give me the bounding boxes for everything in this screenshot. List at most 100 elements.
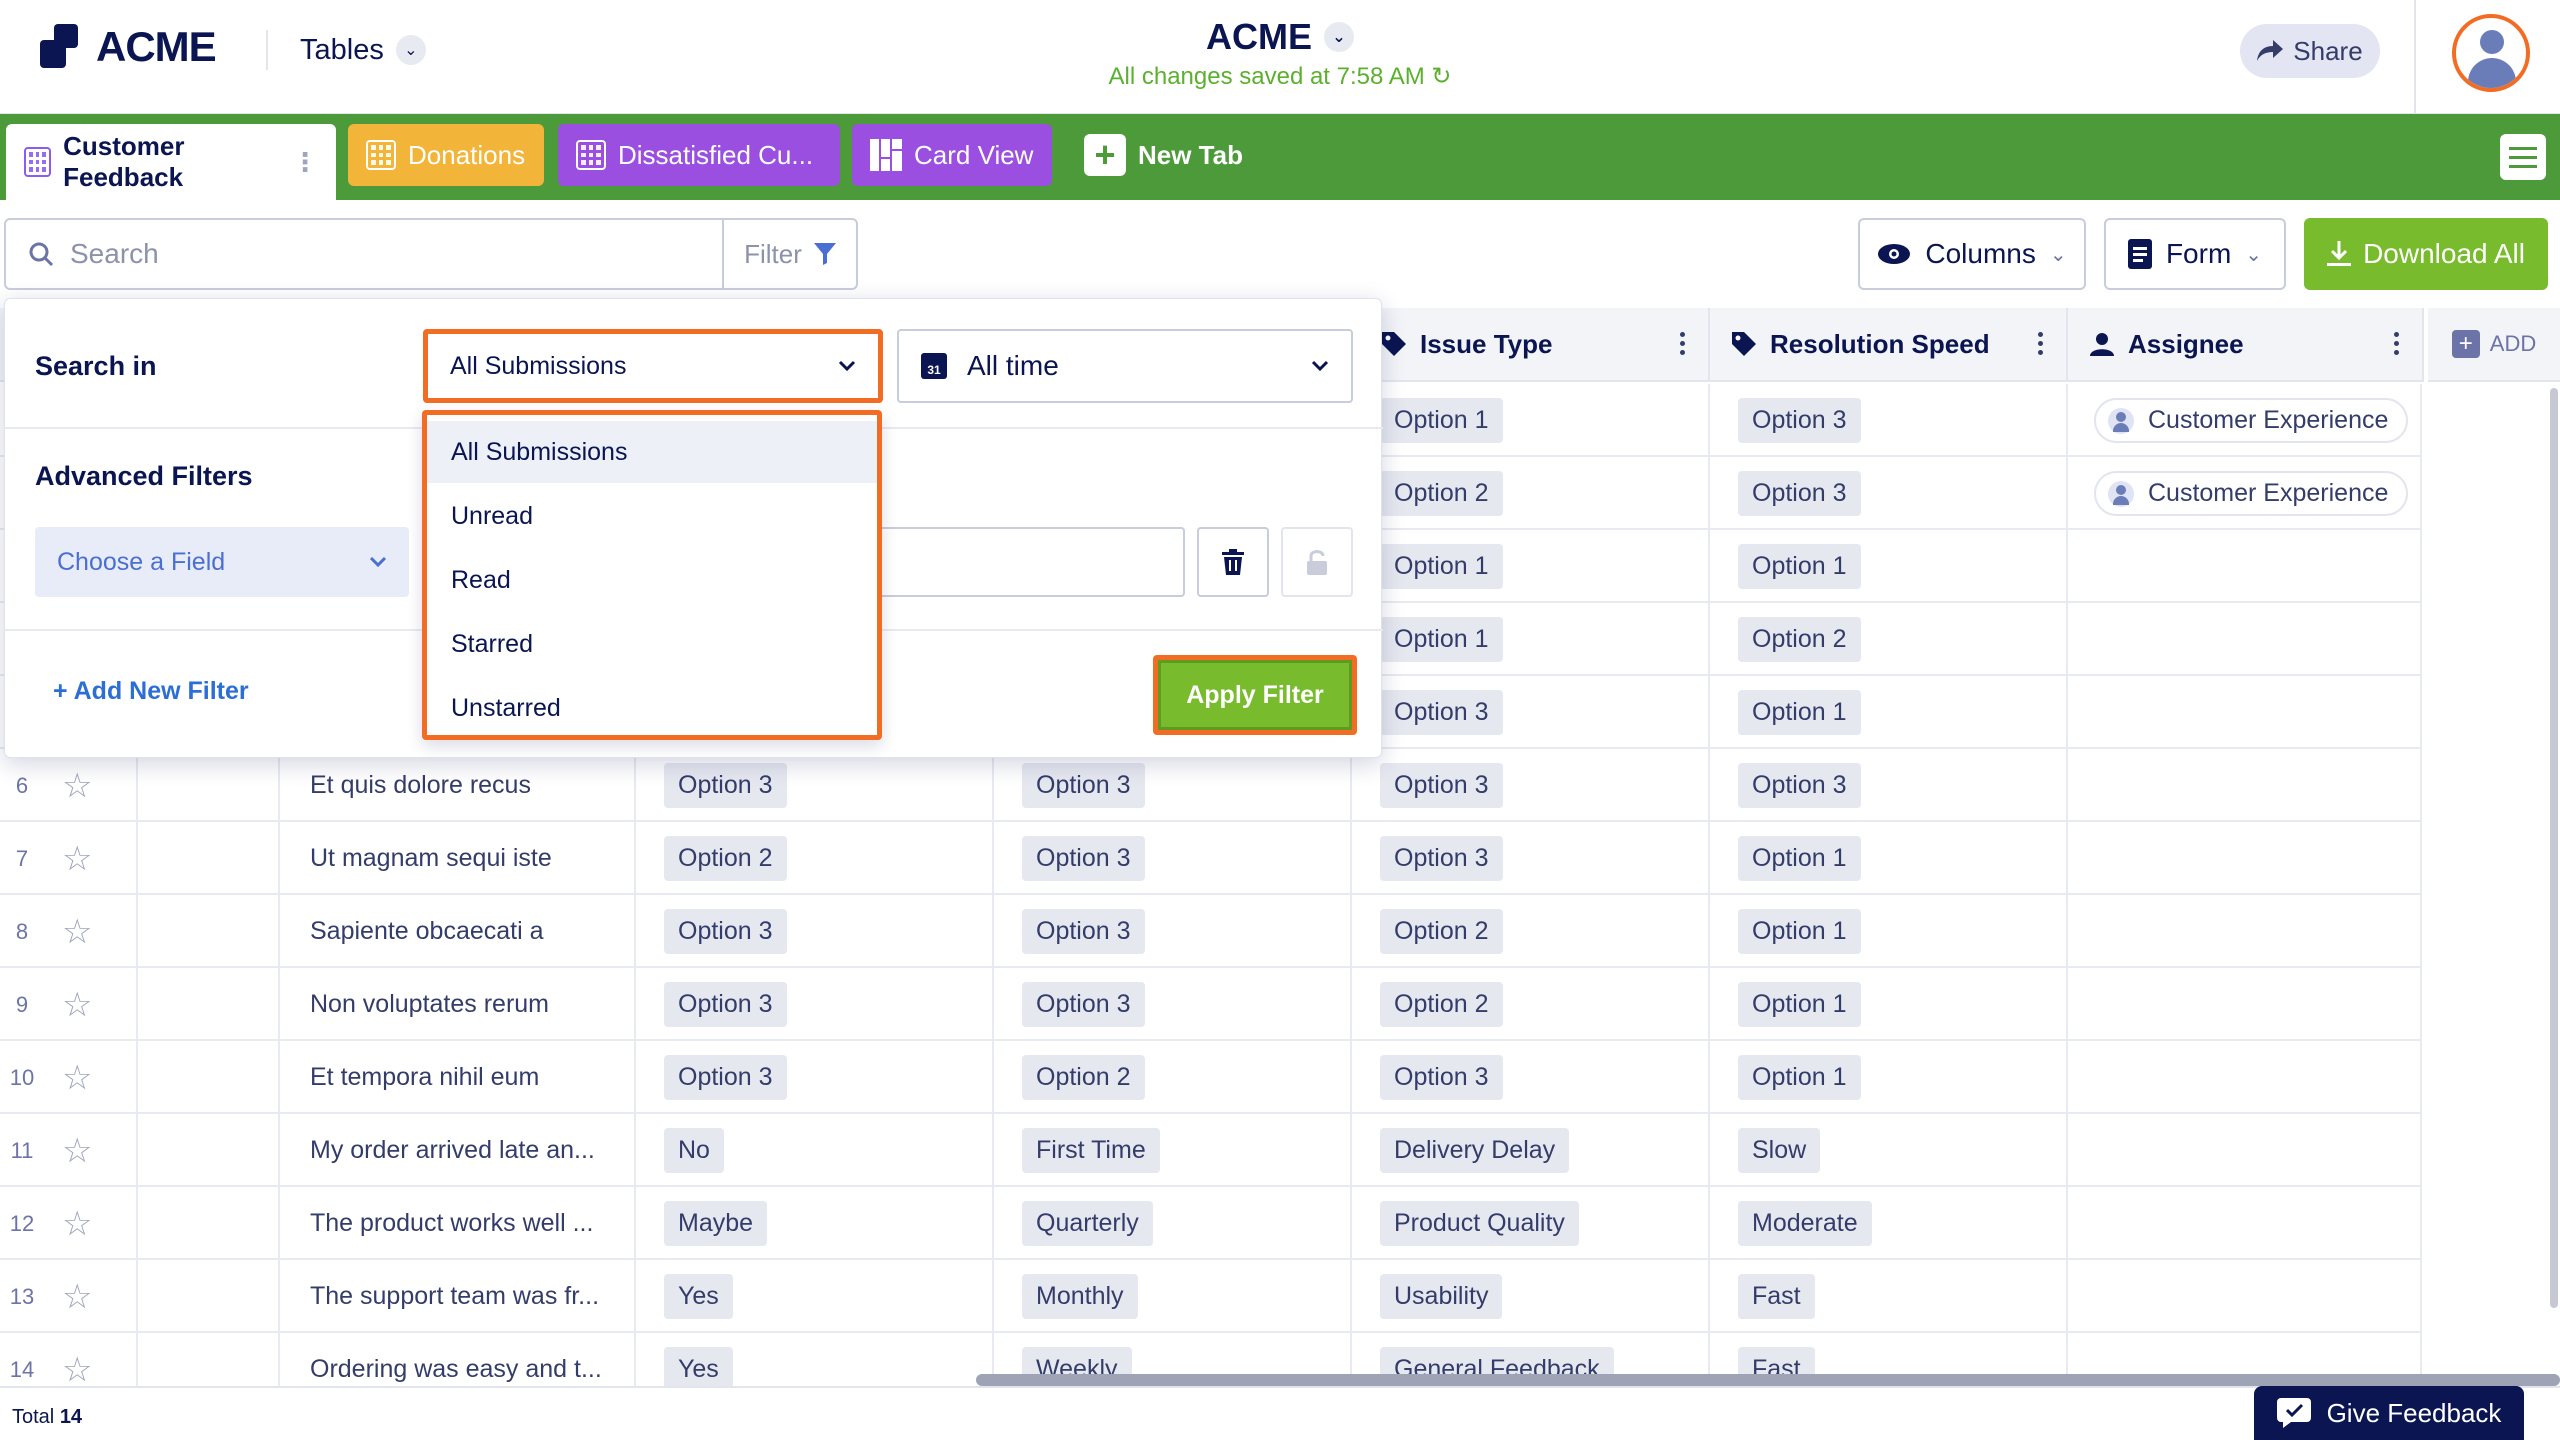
speed-cell[interactable]: Option 1 (1710, 822, 2068, 895)
c2-cell[interactable]: Option 3 (994, 968, 1352, 1041)
c2-cell[interactable]: Monthly (994, 1260, 1352, 1333)
speed-cell[interactable]: Moderate (1710, 1187, 2068, 1260)
issue-cell[interactable]: Option 2 (1352, 457, 1710, 530)
add-new-filter-link[interactable]: + Add New Filter (53, 677, 249, 706)
table-row[interactable]: 13 ☆ The support team was fr... Yes Monthly U… (0, 1260, 2422, 1333)
speed-cell[interactable]: Option 1 (1710, 1041, 2068, 1114)
star-icon[interactable]: ☆ (62, 1350, 92, 1387)
c1-cell[interactable]: Option 3 (636, 749, 994, 822)
hamburger-menu-icon[interactable] (2500, 134, 2546, 180)
star-icon[interactable]: ☆ (62, 1204, 92, 1244)
star-icon[interactable]: ☆ (62, 1131, 92, 1171)
lock-filter-button[interactable] (1281, 527, 1353, 597)
c1-cell[interactable]: Yes (636, 1333, 994, 1386)
issue-cell[interactable]: Option 1 (1352, 603, 1710, 676)
star-icon[interactable]: ☆ (62, 985, 92, 1025)
choose-field-select[interactable]: Choose a Field (35, 527, 409, 597)
issue-cell[interactable]: Option 3 (1352, 822, 1710, 895)
table-row[interactable]: 6 ☆ Et quis dolore recus Option 3 Option 3 Op… (0, 749, 2422, 822)
c2-cell[interactable]: Quarterly (994, 1187, 1352, 1260)
assignee-cell[interactable] (2068, 1260, 2422, 1333)
c2-cell[interactable]: Option 3 (994, 822, 1352, 895)
column-header-issue-type[interactable]: Issue Type (1360, 308, 1710, 382)
issue-cell[interactable]: Usability (1352, 1260, 1710, 1333)
title-cell[interactable]: The support team was fr... (280, 1260, 636, 1333)
star-icon[interactable]: ☆ (62, 1058, 92, 1098)
dropdown-option-all-submissions[interactable]: All Submissions (427, 421, 877, 483)
assignee-cell[interactable] (2068, 968, 2422, 1041)
add-column-button[interactable]: + ADD (2428, 308, 2560, 382)
star-icon[interactable]: ☆ (62, 766, 92, 806)
issue-cell[interactable]: Option 1 (1352, 384, 1710, 457)
issue-cell[interactable]: Option 3 (1352, 1041, 1710, 1114)
table-row[interactable]: 8 ☆ Sapiente obcaecati a Option 3 Option 3 Op… (0, 895, 2422, 968)
assignee-cell[interactable] (2068, 530, 2422, 603)
assignee-cell[interactable] (2068, 1041, 2422, 1114)
issue-cell[interactable]: Option 2 (1352, 968, 1710, 1041)
dropdown-option-starred[interactable]: Starred (427, 613, 877, 675)
assignee-cell[interactable] (2068, 822, 2422, 895)
star-icon[interactable]: ☆ (62, 1277, 92, 1317)
search-input[interactable]: Search (4, 218, 724, 290)
c2-cell[interactable]: Option 2 (994, 1041, 1352, 1114)
table-row[interactable]: 7 ☆ Ut magnam sequi iste Option 2 Option 3 Op… (0, 822, 2422, 895)
user-avatar[interactable] (2452, 14, 2530, 92)
table-row[interactable]: 11 ☆ My order arrived late an... No First Ti… (0, 1114, 2422, 1187)
table-row[interactable]: 10 ☆ Et tempora nihil eum Option 3 Option 2 O… (0, 1041, 2422, 1114)
c2-cell[interactable]: Option 3 (994, 895, 1352, 968)
assignee-chip[interactable]: Customer Experience (2094, 471, 2409, 516)
assignee-cell[interactable]: Customer Experience (2068, 384, 2422, 457)
speed-cell[interactable]: Option 1 (1710, 968, 2068, 1041)
assignee-cell[interactable]: Customer Experience (2068, 457, 2422, 530)
c1-cell[interactable]: Yes (636, 1260, 994, 1333)
speed-cell[interactable]: Option 1 (1710, 530, 2068, 603)
tab-dissatisfied-customers[interactable]: Dissatisfied Cu... (558, 124, 840, 186)
share-button[interactable]: Share (2240, 24, 2380, 78)
title-cell[interactable]: Et tempora nihil eum (280, 1041, 636, 1114)
c1-cell[interactable]: Option 3 (636, 968, 994, 1041)
form-button[interactable]: Form ⌄ (2104, 218, 2286, 290)
title-cell[interactable]: The product works well ... (280, 1187, 636, 1260)
column-menu-icon[interactable] (2394, 332, 2400, 355)
dropdown-option-read[interactable]: Read (427, 549, 877, 611)
speed-cell[interactable]: Slow (1710, 1114, 2068, 1187)
star-icon[interactable]: ☆ (62, 839, 92, 879)
title-cell[interactable]: My order arrived late an... (280, 1114, 636, 1187)
c2-cell[interactable]: First Time (994, 1114, 1352, 1187)
speed-cell[interactable]: Option 3 (1710, 384, 2068, 457)
speed-cell[interactable]: Option 1 (1710, 895, 2068, 968)
time-range-select[interactable]: 31 All time (897, 329, 1353, 403)
speed-cell[interactable]: Fast (1710, 1260, 2068, 1333)
give-feedback-button[interactable]: Give Feedback (2254, 1386, 2524, 1440)
issue-cell[interactable]: Product Quality (1352, 1187, 1710, 1260)
issue-cell[interactable]: Option 2 (1352, 895, 1710, 968)
horizontal-scrollbar[interactable] (976, 1374, 2560, 1386)
delete-filter-button[interactable] (1197, 527, 1269, 597)
c1-cell[interactable]: Option 3 (636, 1041, 994, 1114)
tab-customer-feedback[interactable]: Customer Feedback ⋮ (6, 124, 336, 200)
tab-donations[interactable]: Donations (348, 124, 544, 186)
dropdown-option-unread[interactable]: Unread (427, 485, 877, 547)
filter-value-input[interactable] (875, 527, 1185, 597)
issue-cell[interactable]: Option 3 (1352, 749, 1710, 822)
issue-cell[interactable]: Option 1 (1352, 530, 1710, 603)
filter-button[interactable]: Filter (722, 218, 858, 290)
download-all-button[interactable]: Download All (2304, 218, 2548, 290)
table-row[interactable]: 12 ☆ The product works well ... Maybe Quarte… (0, 1187, 2422, 1260)
assignee-cell[interactable] (2068, 1114, 2422, 1187)
title-cell[interactable]: Non voluptates rerum (280, 968, 636, 1041)
issue-cell[interactable]: Delivery Delay (1352, 1114, 1710, 1187)
column-header-resolution-speed[interactable]: Resolution Speed (1710, 308, 2068, 382)
new-tab-button[interactable]: + New Tab (1066, 124, 1266, 186)
title-cell[interactable]: Et quis dolore recus (280, 749, 636, 822)
column-menu-icon[interactable] (2038, 332, 2044, 355)
column-header-assignee[interactable]: Assignee (2068, 308, 2424, 382)
assignee-chip[interactable]: Customer Experience (2094, 398, 2409, 443)
title-cell[interactable]: Sapiente obcaecati a (280, 895, 636, 968)
speed-cell[interactable]: Option 3 (1710, 457, 2068, 530)
vertical-scrollbar[interactable] (2550, 388, 2558, 1308)
assignee-cell[interactable] (2068, 603, 2422, 676)
tables-nav-dropdown[interactable]: Tables ⌄ (266, 30, 426, 70)
dropdown-option-unstarred[interactable]: Unstarred (427, 677, 877, 739)
tab-more-icon[interactable]: ⋮ (292, 147, 318, 178)
